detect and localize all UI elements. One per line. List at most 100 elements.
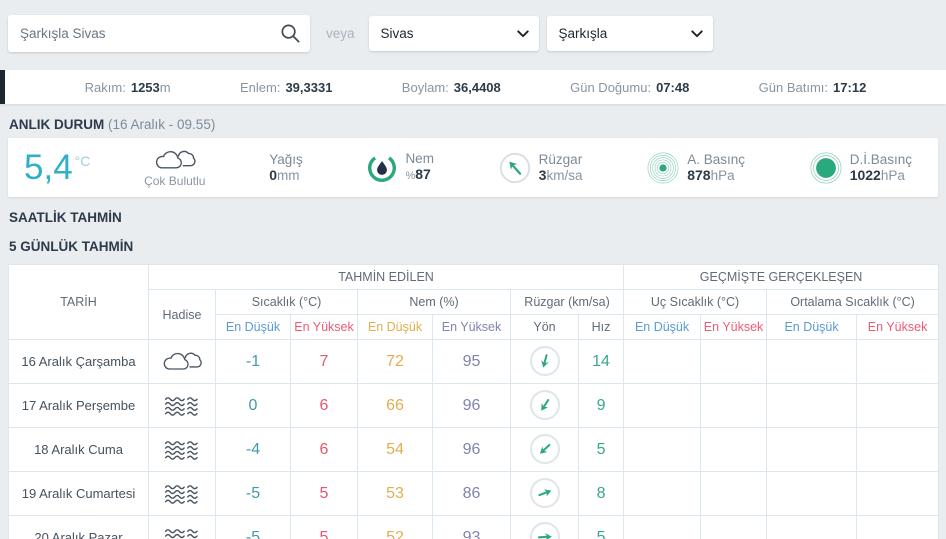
district-select[interactable]: Şarkışla	[546, 16, 713, 51]
current-temperature-value: 5,4	[24, 147, 73, 187]
humidity-min-value: 52	[357, 515, 433, 539]
wind-direction-cell	[510, 515, 579, 539]
station-pressure-label: A. Basınç	[687, 151, 745, 167]
current-section-title: ANLIK DURUM (16 Aralık - 09.55)	[0, 104, 946, 138]
past-extreme-max-value	[700, 383, 768, 428]
past-avg-min-value	[766, 339, 858, 384]
col-header-temp-min: En Düşük	[215, 314, 291, 340]
location-search-bar: veya Sivas Şarkışla	[0, 0, 946, 58]
station-pressure-icon	[646, 151, 680, 185]
fog-icon	[164, 441, 198, 460]
humidity-max-value: 96	[432, 427, 511, 472]
past-avg-max-value	[856, 427, 940, 472]
temp-min-value: 0	[215, 383, 291, 428]
weather-event-cell	[148, 383, 216, 428]
temp-min-value: -5	[215, 515, 291, 539]
current-temperature-unit: °C	[74, 152, 91, 169]
temp-min-value: -1	[215, 339, 291, 384]
col-header-avg-temp: Ortalama Sıcaklık (°C)	[766, 289, 940, 315]
sunset-info: Gün Batımı: 17:12	[758, 79, 867, 95]
forecast-date: 16 Aralık Çarşamba	[8, 339, 149, 384]
chevron-down-icon	[690, 29, 703, 37]
col-header-avg-max: En Yüksek	[856, 314, 940, 340]
wind-speed-value: 9	[577, 383, 625, 428]
humidity-min-value: 54	[357, 427, 433, 472]
precipitation-label: Yağış	[269, 151, 303, 167]
weather-page: veya Sivas Şarkışla Rakım:1253m Enlem:39…	[0, 0, 946, 539]
col-header-hum-min: En Düşük	[357, 314, 433, 340]
past-extreme-min-value	[623, 471, 702, 516]
wind-direction-icon	[529, 522, 560, 539]
past-extreme-max-value	[700, 515, 768, 539]
daily-section-title: 5 GÜNLÜK TAHMİN	[0, 231, 946, 260]
temp-max-value: 5	[290, 471, 358, 516]
temp-max-value: 7	[290, 339, 358, 384]
wind-direction-icon	[498, 151, 532, 185]
mostly-cloudy-icon	[155, 150, 196, 169]
col-header-extreme-temp: Uç Sıcaklık (°C)	[623, 289, 768, 315]
precipitation-value: 0mm	[269, 166, 300, 183]
hourly-section-label: SAATLİK TAHMİN	[9, 210, 122, 225]
past-extreme-max-value	[700, 427, 768, 472]
wind-direction-cell	[510, 427, 579, 472]
wind-direction-icon	[529, 434, 560, 464]
province-select[interactable]: Sivas	[368, 16, 539, 51]
past-extreme-min-value	[623, 427, 702, 472]
sea-level-pressure-value: 1022hPa	[849, 166, 905, 183]
col-header-extreme-max: En Yüksek	[700, 314, 768, 340]
wind-direction-icon	[529, 390, 560, 420]
col-header-temp-max: En Yüksek	[290, 314, 358, 340]
humidity-gauge-icon	[366, 152, 398, 184]
past-extreme-min-value	[623, 339, 702, 384]
col-header-avg-min: En Düşük	[766, 314, 858, 340]
wind-speed-value: 5	[577, 515, 625, 539]
forecast-row: 19 Aralık Cumartesi -5 5 53 86 8	[8, 471, 940, 516]
wind-direction-icon	[529, 346, 560, 376]
temp-max-value: 6	[290, 383, 358, 428]
fog-icon	[164, 485, 198, 504]
weather-event-cell	[148, 515, 216, 539]
weather-event-cell	[148, 427, 216, 472]
hourly-section-title: SAATLİK TAHMİN	[0, 197, 946, 231]
sea-level-pressure-label: D.İ.Basınç	[849, 151, 912, 167]
col-header-wind-speed: Hız	[577, 314, 625, 340]
search-box	[8, 15, 310, 52]
search-icon[interactable]	[279, 22, 302, 45]
humidity-max-value: 93	[432, 515, 511, 539]
humidity-max-value: 95	[432, 339, 511, 384]
col-header-humidity: Nem (%)	[357, 289, 511, 315]
location-info-bar: Rakım: 1253m Enlem: 39,3331 Boylam: 36,4408…	[0, 70, 946, 104]
current-conditions-card: 5,4 °C Çok Bulutlu Yağış 0mm Nem %87 Rüz…	[8, 138, 938, 197]
humidity-max-value: 96	[432, 383, 511, 428]
latitude-info: Enlem: 39,3331	[239, 79, 333, 95]
chevron-down-icon	[516, 29, 529, 37]
humidity-min-value: 66	[357, 383, 433, 428]
past-avg-max-value	[856, 339, 940, 384]
station-pressure-metric: A. Basınç 878hPa	[646, 151, 745, 185]
past-extreme-min-value	[623, 515, 702, 539]
temp-max-value: 6	[290, 427, 358, 472]
past-avg-min-value	[766, 427, 858, 472]
station-pressure-value: 878hPa	[687, 166, 735, 183]
wind-value: 3km/sa	[538, 166, 583, 183]
col-header-date: TARİH	[8, 264, 149, 340]
past-avg-min-value	[766, 515, 858, 539]
current-section-label: ANLIK DURUM	[9, 117, 105, 132]
wind-direction-cell	[510, 471, 579, 516]
wind-metric: Rüzgar 3km/sa	[498, 151, 583, 185]
past-avg-max-value	[856, 515, 940, 539]
wind-label: Rüzgar	[538, 151, 583, 167]
humidity-min-value: 53	[357, 471, 433, 516]
forecast-date: 19 Aralık Cumartesi	[8, 471, 149, 516]
humidity-label: Nem	[405, 151, 434, 166]
search-input[interactable]	[8, 15, 268, 52]
past-extreme-max-value	[700, 471, 768, 516]
temp-min-value: -5	[215, 471, 291, 516]
weather-event-cell	[148, 471, 216, 516]
or-label: veya	[326, 26, 355, 41]
fog-icon	[164, 529, 198, 539]
humidity-metric: Nem %87	[366, 151, 434, 184]
wind-direction-cell	[510, 339, 579, 384]
forecast-date: 18 Aralık Cuma	[8, 427, 149, 472]
forecast-date: 20 Aralık Pazar	[8, 515, 149, 539]
